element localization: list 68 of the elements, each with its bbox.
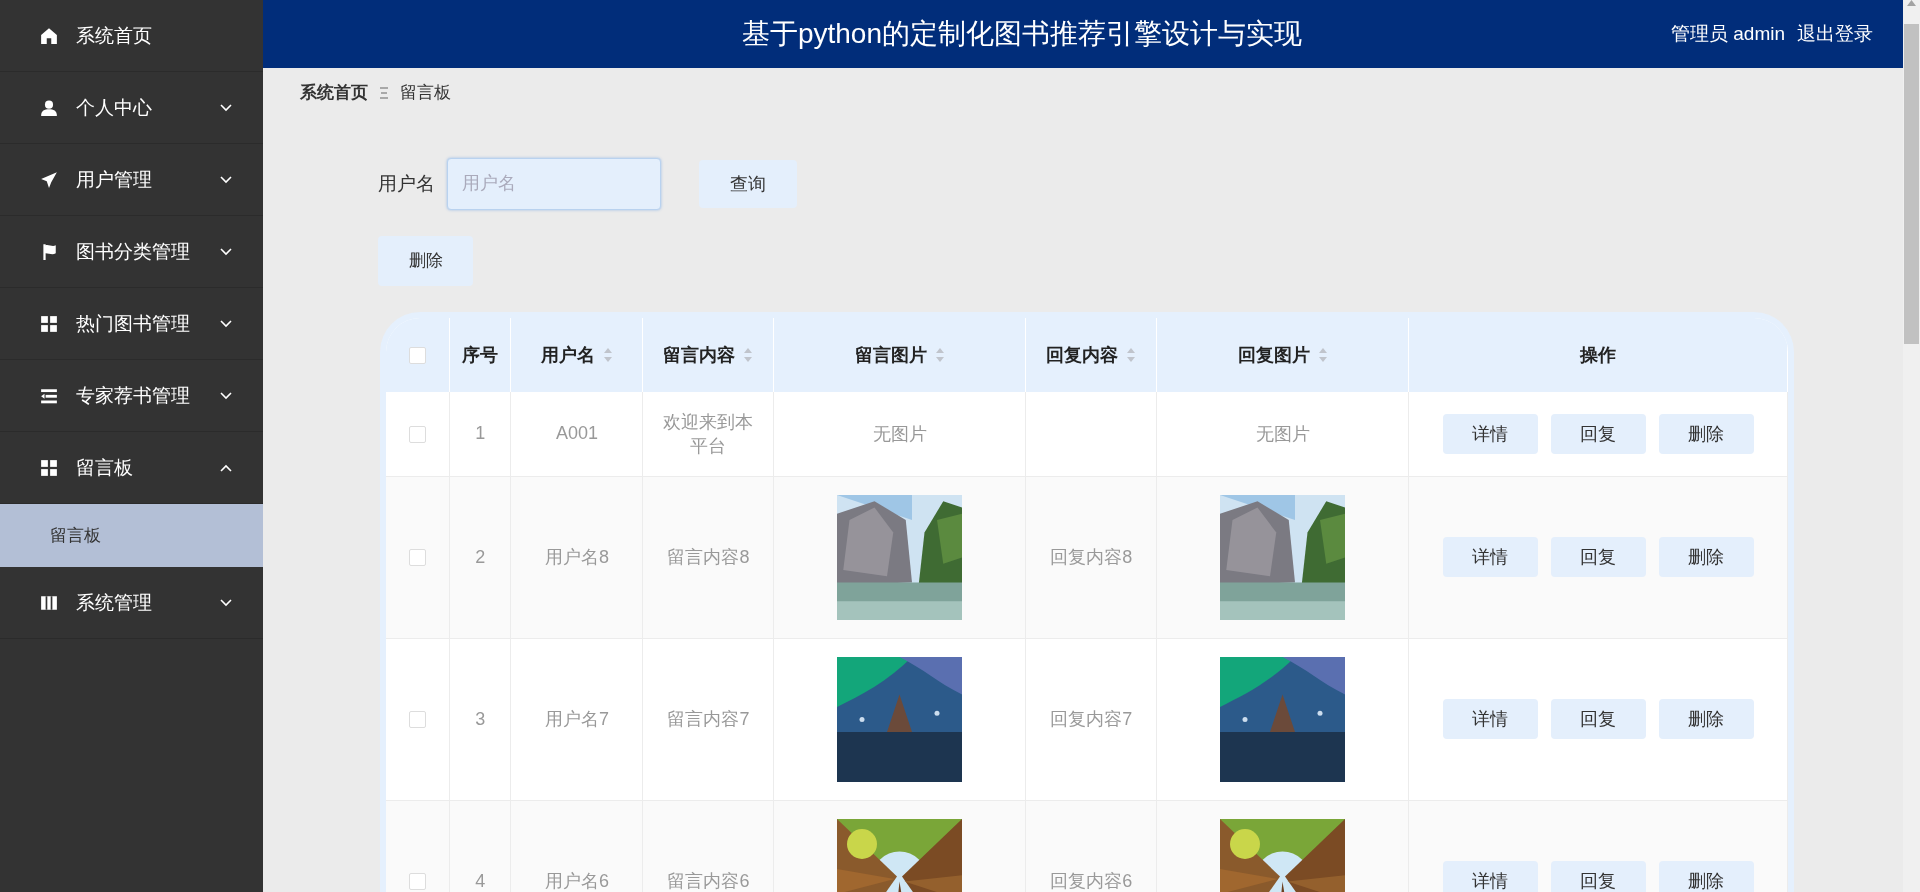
menu-icon xyxy=(40,314,58,333)
app-title: 基于python的定制化图书推荐引擎设计与实现 xyxy=(740,16,1303,51)
action-button[interactable]: 删除 xyxy=(1658,861,1754,892)
checkbox[interactable] xyxy=(409,425,426,443)
table-cell: 回复内容8 xyxy=(1050,547,1133,568)
menu-icon xyxy=(40,458,58,477)
scroll-thumb[interactable] xyxy=(1904,24,1919,344)
action-button[interactable]: 回复 xyxy=(1550,861,1646,892)
action-button[interactable]: 详情 xyxy=(1442,413,1538,454)
table-cell: 回复内容7 xyxy=(1050,709,1133,730)
column-header: 序号 xyxy=(462,343,499,367)
breadcrumb-item: 留言板 xyxy=(400,82,451,105)
no-image-text: 无图片 xyxy=(1255,423,1310,444)
action-button[interactable]: 删除 xyxy=(1658,537,1754,578)
table-cell: 2 xyxy=(475,546,486,567)
column-header: 留言内容 xyxy=(663,343,736,367)
table-cell: 1 xyxy=(475,423,486,444)
username-input[interactable]: 用户名 xyxy=(447,157,661,210)
menu-icon xyxy=(40,98,58,117)
menu-icon xyxy=(40,26,58,45)
no-image-text: 无图片 xyxy=(872,423,927,444)
logout-link[interactable]: 退出登录 xyxy=(1797,20,1873,47)
action-button[interactable]: 回复 xyxy=(1550,699,1646,740)
separator-icon xyxy=(378,85,390,100)
table-cell: 回复内容6 xyxy=(1050,871,1133,892)
search-button[interactable]: 查询 xyxy=(699,159,797,208)
action-button[interactable]: 详情 xyxy=(1442,537,1538,578)
sort-icon[interactable] xyxy=(743,346,754,363)
user-label: 管理员 admin xyxy=(1670,21,1785,46)
sort-icon[interactable] xyxy=(934,346,945,363)
submenu-item[interactable]: 留言板 xyxy=(0,504,263,567)
scroll-up-icon[interactable] xyxy=(1907,0,1916,6)
table-cell: 留言内容8 xyxy=(667,547,750,568)
menu-icon xyxy=(40,593,58,612)
table-cell: 欢迎来到本平台 xyxy=(663,411,754,456)
table-cell: 留言内容7 xyxy=(667,709,750,730)
column-header: 操作 xyxy=(1580,343,1617,367)
table-cell: 用户名7 xyxy=(544,709,609,730)
table-cell: 用户名8 xyxy=(544,547,609,568)
action-button[interactable]: 删除 xyxy=(1658,413,1754,454)
sort-icon[interactable] xyxy=(1317,346,1328,363)
column-header: 回复图片 xyxy=(1237,343,1310,367)
field-label: 用户名 xyxy=(378,171,435,196)
sort-icon[interactable] xyxy=(602,346,613,363)
action-button[interactable]: 删除 xyxy=(1658,699,1754,740)
column-header: 留言图片 xyxy=(854,343,927,367)
table-cell: A001 xyxy=(555,423,598,444)
action-button[interactable]: 回复 xyxy=(1550,537,1646,578)
breadcrumb-item[interactable]: 系统首页 xyxy=(300,81,368,105)
scrollbar[interactable] xyxy=(1903,0,1920,892)
column-header: 用户名 xyxy=(540,343,595,367)
table-cell: 3 xyxy=(475,708,486,729)
menu-icon xyxy=(40,242,58,261)
sort-icon[interactable] xyxy=(1126,346,1137,363)
column-header: 回复内容 xyxy=(1046,343,1119,367)
table-cell: 用户名6 xyxy=(544,871,609,892)
menu-icon xyxy=(40,170,58,189)
checkbox[interactable] xyxy=(409,346,426,364)
table-cell: 留言内容6 xyxy=(667,871,750,892)
menu-icon xyxy=(40,386,58,405)
action-button[interactable]: 详情 xyxy=(1442,699,1538,740)
checkbox[interactable] xyxy=(409,873,426,891)
checkbox[interactable] xyxy=(409,549,426,567)
action-button[interactable]: 详情 xyxy=(1442,861,1538,892)
action-button[interactable]: 回复 xyxy=(1550,413,1646,454)
delete-button[interactable]: 删除 xyxy=(378,235,473,286)
table-cell: 4 xyxy=(475,870,486,891)
checkbox[interactable] xyxy=(409,711,426,729)
